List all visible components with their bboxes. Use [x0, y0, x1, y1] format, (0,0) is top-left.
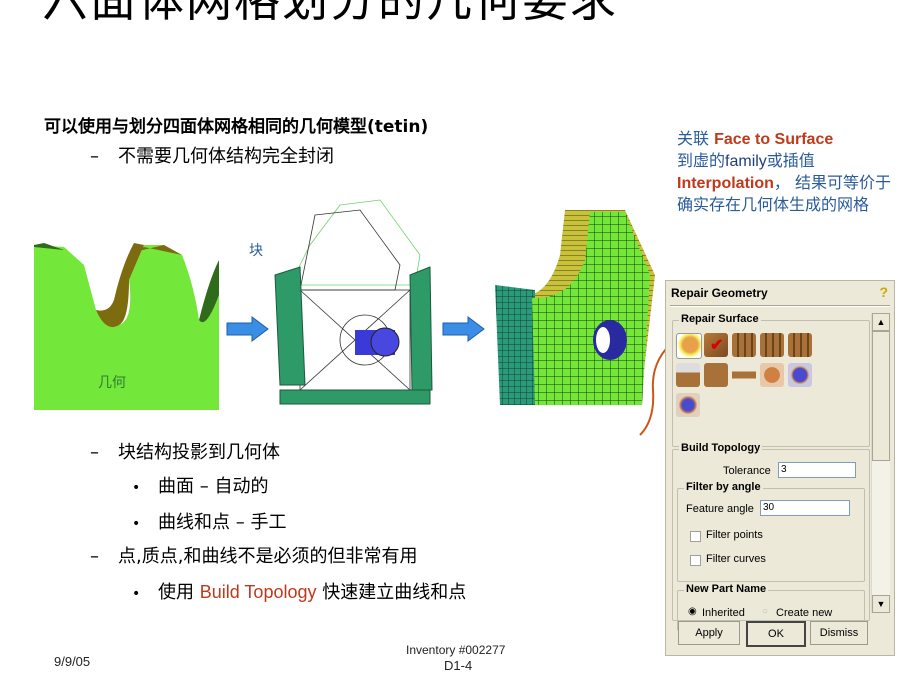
tolerance-label: Tolerance [723, 465, 771, 477]
filter-points-label: Filter points [706, 529, 763, 541]
arrow-right-icon [226, 316, 269, 342]
face-to-surface-term: Face to Surface [714, 131, 834, 148]
geometry-figure [34, 243, 219, 410]
create-new-radio[interactable]: ○ [762, 606, 768, 617]
scrollbar[interactable]: ▲ ▼ [871, 313, 890, 613]
filter-curves-label: Filter curves [706, 553, 766, 565]
footer-date: 9/9/05 [54, 654, 91, 669]
bullet-level1: 可以使用与划分四面体网格相同的几何模型(tetin) [44, 117, 429, 137]
arrow-right-icon [442, 316, 485, 342]
block-figure [274, 199, 433, 405]
tolerance-input[interactable]: 3 [778, 462, 856, 478]
footer-inventory: Inventory #002277 [406, 643, 506, 657]
dialog-title: Repair Geometry [671, 286, 768, 300]
ok-button[interactable]: OK [746, 621, 806, 647]
repair-geometry-dialog: Repair Geometry ? Repair Surface ✔ Build… [665, 280, 895, 656]
apply-button[interactable]: Apply [678, 621, 740, 645]
label-block: 块 [249, 243, 263, 259]
filter-by-angle-group: Filter by angle Feature angle 30 Filter … [677, 481, 865, 582]
footer-page: D1-4 [444, 658, 473, 673]
divider [670, 305, 890, 307]
bullet-curves-manual: • 曲线和点 – 手工 [132, 512, 287, 533]
build-topology-group: Build Topology Tolerance 3 Filter by ang… [672, 442, 870, 631]
bullet-points-useful: – 点,质点,和曲线不是必须的但非常有用 [90, 546, 418, 567]
split-surface-icon[interactable] [760, 333, 784, 357]
label-geometry: 几何 [98, 375, 126, 391]
modify-surface-normals-icon[interactable] [732, 363, 756, 387]
scroll-thumb[interactable] [872, 331, 890, 461]
interpolation-term: Interpolation [677, 175, 774, 192]
repair-surface-group: Repair Surface ✔ [672, 313, 870, 447]
adjust-varying-thickness-icon[interactable] [704, 363, 728, 387]
filter-curves-checkbox[interactable] [690, 555, 701, 566]
remove-holes-icon[interactable] [788, 363, 812, 387]
feature-angle-input[interactable]: 30 [760, 500, 850, 516]
bullet-surfaces-auto: • 曲面 – 自动的 [132, 476, 269, 497]
slide-title: 六面体网格划分的几何要求 [42, 0, 618, 27]
build-topology-probe-icon[interactable] [676, 393, 700, 417]
scroll-up-button[interactable]: ▲ [872, 313, 890, 331]
stitch-match-edges-icon[interactable] [732, 333, 756, 357]
check-geometry-icon[interactable] [676, 333, 702, 359]
filter-points-checkbox[interactable] [690, 531, 701, 542]
inherited-radio[interactable]: ◉ [688, 606, 697, 617]
inherited-label: Inherited [702, 607, 745, 619]
scroll-down-button[interactable]: ▼ [872, 595, 890, 613]
merge-edges-icon[interactable] [788, 333, 812, 357]
dismiss-button[interactable]: Dismiss [810, 621, 868, 645]
help-icon[interactable]: ? [879, 284, 888, 300]
bullet-block-projection: – 块结构投影到几何体 [90, 442, 280, 463]
find-holes-icon[interactable] [760, 363, 784, 387]
close-holes-icon[interactable]: ✔ [704, 333, 728, 357]
segment-curve-icon[interactable] [676, 363, 700, 387]
bullet-build-topology: • 使用 Build Topology 快速建立曲线和点 [132, 582, 467, 603]
feature-angle-label: Feature angle [686, 503, 754, 515]
bullet-no-closed-geometry: – 不需要几何体结构完全封闭 [90, 146, 334, 167]
callout-text: 关联 Face to Surface 到虚的family或插值 Interpol… [677, 129, 891, 214]
create-new-label: Create new [776, 607, 833, 619]
